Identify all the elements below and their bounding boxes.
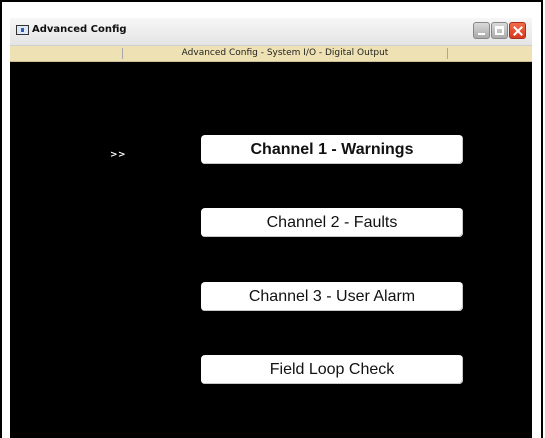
channel-1-warnings-button[interactable]: Channel 1 - Warnings <box>201 135 463 164</box>
app-window-icon <box>16 25 29 35</box>
channel-3-user-alarm-button[interactable]: Channel 3 - User Alarm <box>201 282 463 311</box>
field-loop-check-button[interactable]: Field Loop Check <box>201 355 463 384</box>
breadcrumb: Advanced Config - System I/O - Digital O… <box>122 48 448 59</box>
menu-panel: >> Channel 1 - Warnings Channel 2 - Faul… <box>10 62 532 438</box>
maximize-icon[interactable] <box>491 22 508 39</box>
breadcrumb-bar: Advanced Config - System I/O - Digital O… <box>10 46 532 62</box>
close-icon[interactable] <box>509 22 526 39</box>
channel-2-faults-button[interactable]: Channel 2 - Faults <box>201 208 463 237</box>
selection-marker: >> <box>110 150 127 160</box>
window-title: Advanced Config <box>32 24 127 35</box>
minimize-icon[interactable] <box>473 22 490 39</box>
advanced-config-window: Advanced Config Advanced Config - System… <box>10 18 532 438</box>
title-bar[interactable]: Advanced Config <box>10 18 532 46</box>
